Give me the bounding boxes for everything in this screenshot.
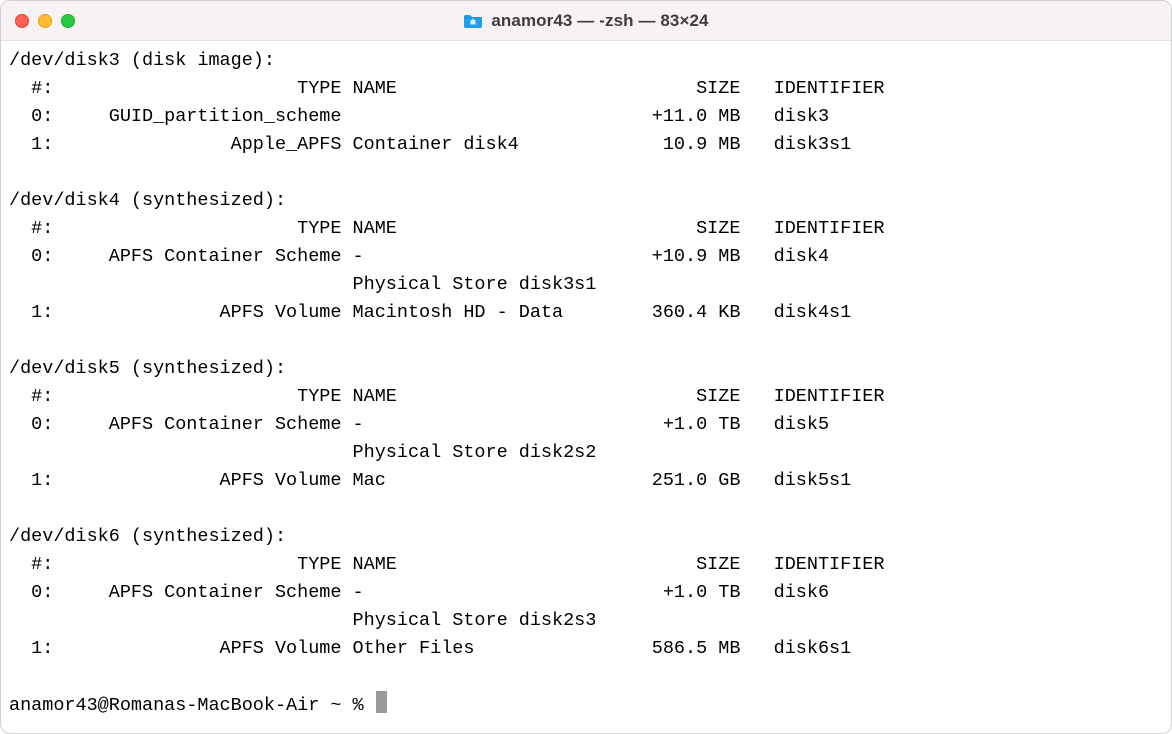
traffic-lights	[15, 14, 75, 28]
title-group: anamor43 — -zsh — 83×24	[1, 11, 1171, 31]
close-button[interactable]	[15, 14, 29, 28]
window-titlebar: anamor43 — -zsh — 83×24	[1, 1, 1171, 41]
shell-prompt: anamor43@Romanas-MacBook-Air ~ %	[9, 695, 375, 716]
minimize-button[interactable]	[38, 14, 52, 28]
cursor	[376, 691, 387, 713]
maximize-button[interactable]	[61, 14, 75, 28]
terminal-output[interactable]: /dev/disk3 (disk image): #: TYPE NAME SI…	[1, 41, 1171, 728]
window-title: anamor43 — -zsh — 83×24	[491, 11, 708, 31]
folder-icon	[463, 13, 483, 29]
